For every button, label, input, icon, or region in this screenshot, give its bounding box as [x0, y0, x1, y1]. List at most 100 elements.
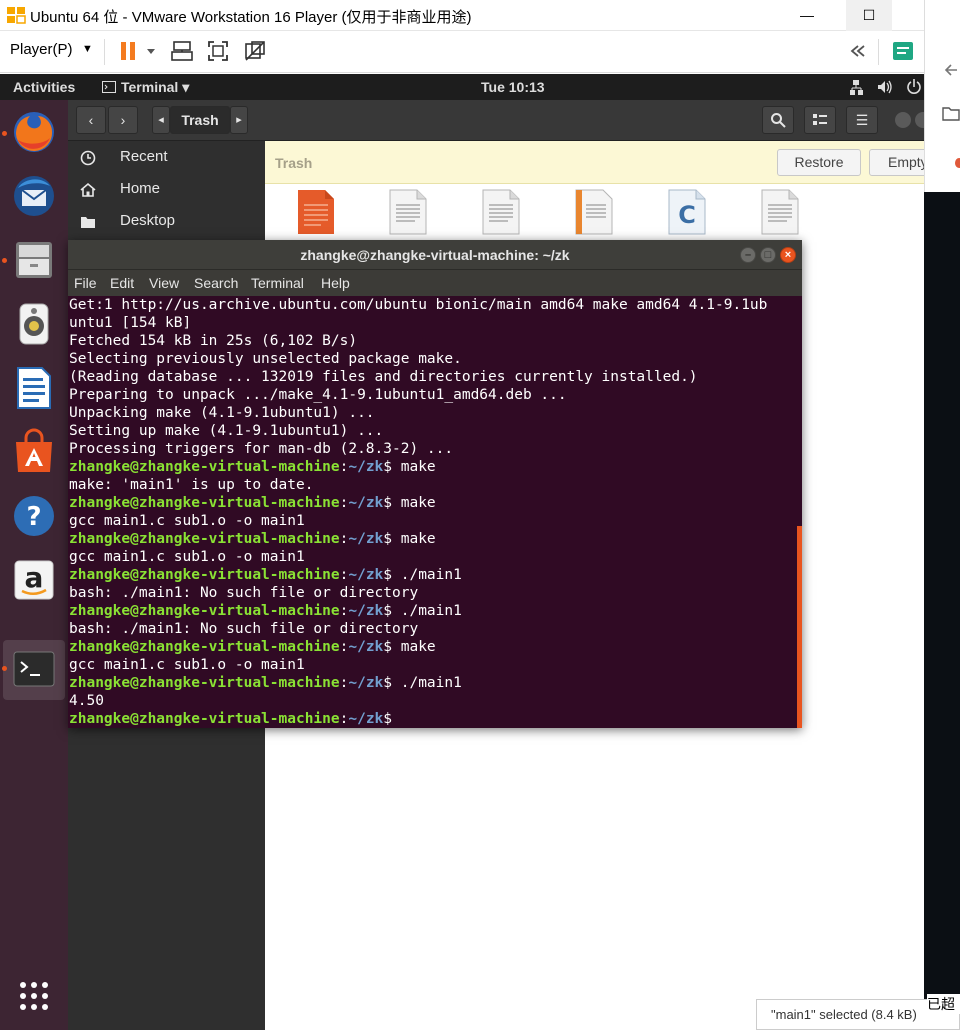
maximize-button[interactable]: ☐ [846, 0, 892, 31]
c-source-file-icon[interactable]: C [668, 189, 706, 235]
system-tray[interactable] [850, 78, 924, 96]
sidebar-item-home[interactable]: Home [68, 174, 265, 206]
arrow-left-icon[interactable] [943, 62, 959, 78]
running-indicator [2, 666, 7, 671]
prompt-user: zhangke@zhangke-virtual-machine [69, 531, 340, 547]
rhythmbox-icon[interactable] [8, 298, 60, 350]
empty-button[interactable]: Empty [869, 149, 924, 176]
folder-icon[interactable] [942, 106, 960, 122]
list-view-icon [813, 114, 827, 125]
file-icon[interactable] [575, 189, 613, 235]
terminal-scrollbar[interactable] [797, 526, 802, 728]
terminal-icon[interactable] [8, 644, 60, 696]
prompt-path: ~/zk [348, 459, 384, 475]
prompt-user: zhangke@zhangke-virtual-machine [69, 567, 340, 583]
back-button[interactable]: ‹ [76, 106, 106, 134]
app-menu[interactable]: Terminal ▾ [102, 79, 189, 96]
clock[interactable]: Tue 10:13 [481, 79, 545, 95]
menu-help[interactable]: Help [321, 275, 350, 291]
send-ctrl-alt-del-icon[interactable] [170, 39, 194, 63]
menu-search[interactable]: Search [194, 275, 238, 291]
network-icon [850, 80, 863, 95]
breadcrumb-right-button[interactable]: ▸ [230, 106, 248, 134]
sidebar-item-desktop[interactable]: Desktop [68, 206, 265, 238]
prompt-user: zhangke@zhangke-virtual-machine [69, 639, 340, 655]
breadcrumb-left-button[interactable]: ◂ [152, 106, 170, 134]
breadcrumb-trash[interactable]: Trash [170, 106, 230, 134]
player-menu[interactable]: Player(P) [10, 41, 73, 58]
thunderbird-icon[interactable] [8, 170, 60, 222]
menu-view[interactable]: View [149, 275, 179, 291]
prompt-symbol: $ [383, 495, 393, 511]
chevron-down-icon[interactable] [144, 39, 158, 63]
unity-icon[interactable] [243, 39, 267, 63]
prompt-user: zhangke@zhangke-virtual-machine [69, 711, 340, 727]
restore-button[interactable]: Restore [777, 149, 861, 176]
files-icon[interactable] [8, 234, 60, 286]
toolbar-divider [878, 39, 879, 65]
menu-edit[interactable]: Edit [110, 275, 134, 291]
command-text: ./main1 [392, 603, 462, 619]
maximize-icon[interactable]: □ [760, 247, 776, 263]
svg-text:C: C [678, 201, 696, 229]
terminal-prompt-line: zhangke@zhangke-virtual-machine:~/zk$ ma… [69, 458, 798, 476]
notes-icon[interactable] [891, 39, 915, 63]
prompt-user: zhangke@zhangke-virtual-machine [69, 603, 340, 619]
menu-button[interactable]: ☰ [846, 106, 878, 134]
file-icon[interactable] [761, 189, 799, 235]
running-indicator [2, 258, 7, 263]
collapse-icon[interactable] [846, 39, 870, 63]
minimize-icon[interactable] [895, 112, 911, 128]
terminal-icon [102, 81, 116, 93]
firefox-icon[interactable] [8, 106, 60, 158]
terminal-output-line: 4.50 [69, 693, 104, 709]
command-text: ./main1 [392, 567, 462, 583]
minimize-icon[interactable]: – [740, 247, 756, 263]
view-toggle-button[interactable] [804, 106, 836, 134]
writer-icon[interactable] [8, 362, 60, 414]
terminal-output[interactable]: Get:1 http://us.archive.ubuntu.com/ubunt… [68, 296, 798, 728]
host-browser-edge [924, 0, 960, 192]
file-icon[interactable] [297, 189, 335, 235]
terminal-prompt-line: zhangke@zhangke-virtual-machine:~/zk$ ma… [69, 638, 798, 656]
activities-button[interactable]: Activities [13, 79, 75, 95]
app-menu-label: Terminal ▾ [121, 79, 190, 95]
show-apps-icon[interactable] [8, 970, 60, 1022]
sidebar-item-recent[interactable]: Recent [68, 142, 265, 174]
minimize-icon: — [800, 7, 814, 23]
forward-button[interactable]: › [108, 106, 138, 134]
sidebar-item-label: Desktop [120, 212, 176, 229]
gnome-top-bar: Activities Terminal ▾ Tue 10:13 [0, 74, 924, 100]
maximize-icon: ☐ [862, 7, 876, 23]
fit-guest-icon[interactable] [206, 39, 230, 63]
file-icon[interactable] [482, 189, 520, 235]
command-text: make [392, 459, 436, 475]
volume-icon [878, 80, 892, 94]
screen: Ubuntu 64 位 - VMware Workstation 16 Play… [0, 0, 960, 1030]
menu-file[interactable]: File [74, 275, 97, 291]
prompt-symbol: $ [383, 459, 393, 475]
prompt-path: ~/zk [348, 531, 384, 547]
window-title: Ubuntu 64 位 - VMware Workstation 16 Play… [30, 9, 472, 26]
prompt-symbol: $ [383, 639, 393, 655]
terminal-prompt-line: zhangke@zhangke-virtual-machine:~/zk$ ./… [69, 566, 798, 584]
prompt-user: zhangke@zhangke-virtual-machine [69, 675, 340, 691]
minimize-button[interactable]: — [784, 0, 830, 31]
chevron-down-icon[interactable]: ▼ [82, 43, 93, 55]
amazon-icon[interactable]: a [8, 554, 60, 606]
search-button[interactable] [762, 106, 794, 134]
chevron-left-icon: ‹ [88, 112, 94, 128]
menu-terminal[interactable]: Terminal [251, 275, 304, 291]
dock: ? a [0, 100, 68, 1030]
software-center-icon[interactable] [8, 426, 60, 478]
vmware-titlebar: Ubuntu 64 位 - VMware Workstation 16 Play… [0, 0, 924, 31]
terminal-titlebar[interactable]: zhangke@zhangke-virtual-machine: ~/zk – … [68, 240, 802, 270]
pause-icon[interactable] [116, 39, 140, 63]
terminal-output-line: untu1 [154 kB] [69, 315, 192, 331]
file-icon[interactable] [389, 189, 427, 235]
prompt-path: ~/zk [348, 495, 384, 511]
help-icon[interactable]: ? [8, 490, 60, 542]
prompt-path: ~/zk [348, 567, 384, 583]
maximize-icon[interactable] [915, 112, 924, 128]
close-icon[interactable]: × [780, 247, 796, 263]
